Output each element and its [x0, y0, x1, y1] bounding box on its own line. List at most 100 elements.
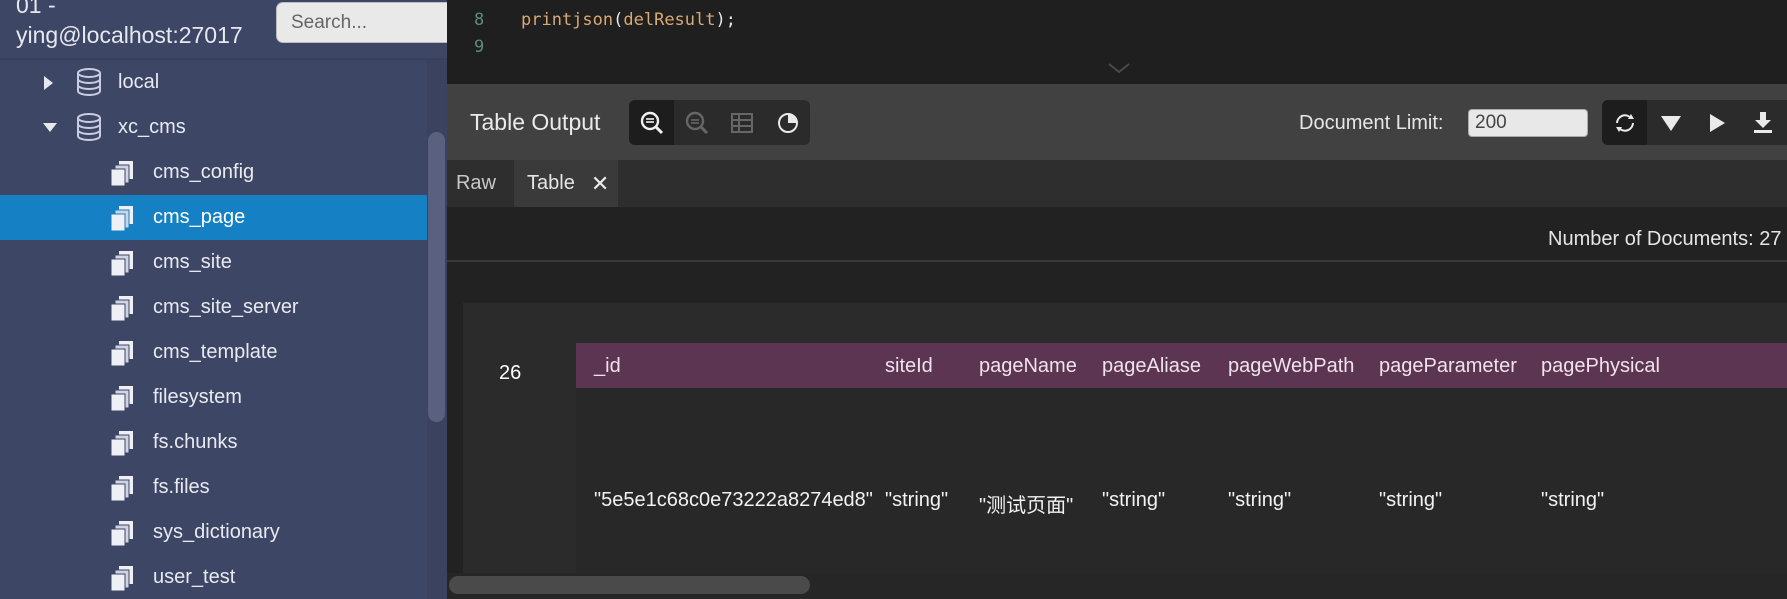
tree-item-label: local — [118, 71, 160, 93]
download-icon — [1753, 111, 1772, 133]
chart-icon — [777, 112, 798, 133]
output-toolbar: Table Output Document Limit: — [447, 84, 1787, 160]
code-text: printjson(delResult); — [521, 10, 736, 30]
tree-item-collection[interactable]: fs.chunks — [0, 420, 428, 465]
table-cell[interactable]: "string" — [1379, 489, 1442, 512]
column-header[interactable]: siteId — [885, 355, 933, 378]
table-cell[interactable]: "string" — [885, 489, 948, 512]
table-cell[interactable]: "测试页面" — [979, 489, 1073, 518]
tree-item-label: cms_template — [153, 341, 278, 363]
tree-item-label: fs.files — [153, 476, 210, 498]
column-header[interactable]: pageParameter — [1379, 355, 1517, 378]
view-mode-toggle — [629, 100, 810, 145]
tree-item-db-xc-cms[interactable]: xc_cms — [0, 105, 428, 150]
tree-item-label: cms_site_server — [153, 296, 299, 318]
code-function: printjson — [521, 10, 614, 30]
expand-arrow-icon[interactable] — [44, 76, 53, 90]
main-pane: 8 printjson(delResult); 9 Table Output D… — [447, 0, 1787, 599]
collection-icon — [110, 251, 133, 277]
collection-icon — [110, 206, 133, 232]
filter-icon — [1660, 115, 1681, 131]
document-limit-label: Document Limit: — [1299, 112, 1444, 134]
horizontal-scroll-thumb[interactable] — [449, 576, 810, 594]
tree-item-collection[interactable]: cms_site_server — [0, 285, 428, 330]
connection-title-line1: 01 - — [16, 0, 56, 18]
collection-icon — [110, 566, 133, 592]
tree-item-db-local[interactable]: local — [0, 60, 428, 105]
code-punctuation: ( — [613, 10, 624, 30]
tree-item-collection[interactable]: cms_config — [0, 150, 428, 195]
column-header[interactable]: pageWebPath — [1228, 355, 1354, 378]
output-title: Table Output — [470, 109, 601, 135]
play-icon — [1709, 113, 1725, 132]
connection-sidebar: 01 - ying@localhost:27017 local xc_cms c… — [0, 0, 447, 599]
table-cell[interactable]: "string" — [1102, 489, 1165, 512]
refresh-icon — [1615, 113, 1634, 132]
search-box[interactable] — [276, 2, 447, 43]
tree-item-collection[interactable]: cms_template — [0, 330, 428, 375]
table-row[interactable]: "5e5e1c68c0e73222a8274ed8" "string" "测试页… — [576, 388, 1787, 573]
collection-icon — [110, 341, 133, 367]
search-list-icon — [640, 111, 663, 134]
table-cell[interactable]: "string" — [1541, 489, 1604, 512]
tree-item-collection-selected[interactable]: cms_page — [0, 195, 428, 240]
tree-item-label: cms_page — [153, 206, 246, 228]
horizontal-scrollbar[interactable] — [447, 573, 1787, 599]
filter-button[interactable] — [1648, 100, 1693, 145]
column-header[interactable]: pagePhysical — [1541, 355, 1660, 378]
code-punctuation: ); — [715, 10, 736, 30]
tree-item-label: filesystem — [153, 386, 242, 408]
tree-item-collection[interactable]: cms_site — [0, 240, 428, 285]
chart-view-button[interactable] — [765, 100, 810, 145]
collection-icon — [110, 386, 133, 412]
database-icon — [77, 68, 101, 96]
tab-table[interactable]: Table ✕ — [514, 160, 618, 207]
table-cell[interactable]: "5e5e1c68c0e73222a8274ed8" — [594, 489, 873, 512]
run-button[interactable] — [1694, 100, 1739, 145]
tree-item-collection[interactable]: sys_dictionary — [0, 510, 428, 555]
output-tabs: Raw Table ✕ — [447, 160, 1787, 207]
tree-item-label: user_test — [153, 566, 236, 588]
code-editor[interactable]: 8 printjson(delResult); 9 — [447, 0, 1787, 95]
collection-icon — [110, 521, 133, 547]
sidebar-scroll-thumb[interactable] — [428, 132, 445, 422]
column-header[interactable]: pageAliase — [1102, 355, 1201, 378]
connection-title-line2: ying@localhost:27017 — [16, 22, 243, 48]
find-button[interactable] — [674, 100, 719, 145]
divider — [447, 260, 1787, 262]
table-view-icon — [730, 112, 753, 133]
collection-icon — [110, 296, 133, 322]
column-header[interactable]: pageName — [979, 355, 1077, 378]
tab-label: Table — [527, 172, 575, 194]
export-button[interactable] — [1740, 100, 1785, 145]
search-icon — [685, 111, 708, 134]
output-actions — [1602, 100, 1787, 145]
table-view-button[interactable] — [719, 100, 764, 145]
collection-icon — [110, 161, 133, 187]
table-cell[interactable]: "string" — [1228, 489, 1291, 512]
collapse-arrow-icon[interactable] — [43, 123, 57, 132]
document-count: Number of Documents: 27 — [1548, 228, 1782, 250]
document-limit-input[interactable] — [1468, 109, 1588, 137]
result-table: 26 _id siteId pageName pageAliase pageWe… — [463, 303, 1787, 573]
tree-item-label: sys_dictionary — [153, 521, 280, 543]
tree-view-button[interactable] — [629, 100, 674, 145]
tab-raw[interactable]: Raw — [447, 160, 505, 207]
tree-item-label: fs.chunks — [153, 431, 238, 453]
refresh-button[interactable] — [1602, 100, 1647, 145]
collection-icon — [110, 431, 133, 457]
tree-item-collection[interactable]: filesystem — [0, 375, 428, 420]
tree-item-label: cms_config — [153, 161, 255, 183]
tree-item-collection[interactable]: fs.files — [0, 465, 428, 510]
close-icon[interactable]: ✕ — [591, 171, 609, 197]
line-number: 9 — [474, 37, 485, 57]
row-index: 26 — [499, 362, 522, 384]
tree-item-collection[interactable]: user_test — [0, 555, 428, 599]
search-input[interactable] — [277, 3, 447, 34]
code-variable: delResult — [623, 10, 716, 30]
collection-icon — [110, 476, 133, 502]
tab-label: Raw — [455, 172, 496, 194]
database-icon — [77, 113, 101, 141]
column-header[interactable]: _id — [594, 355, 621, 378]
connection-title[interactable]: 01 - ying@localhost:27017 — [16, 0, 243, 50]
